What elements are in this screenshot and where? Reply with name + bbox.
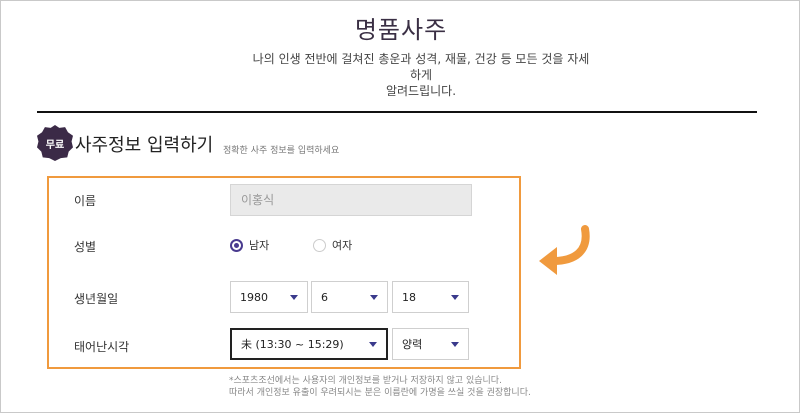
gender-label: 성별 bbox=[74, 240, 97, 254]
section-title: 사주정보 입력하기 bbox=[75, 135, 214, 156]
chevron-down-icon bbox=[370, 294, 378, 300]
page-subtitle: 나의 인생 전반에 걸쳐진 총운과 성격, 재물, 건강 등 모든 것을 자세하… bbox=[252, 52, 590, 98]
calendar-type-select[interactable]: 양력 bbox=[392, 328, 469, 360]
page-title: 명품사주 bbox=[354, 16, 448, 44]
section-hint: 정확한 사주 정보를 입력하세요 bbox=[223, 146, 340, 156]
radio-unselected-icon bbox=[313, 238, 326, 252]
birth-year-select[interactable]: 1980 bbox=[230, 281, 308, 313]
gender-male-radio[interactable]: 남자 bbox=[230, 237, 269, 253]
birthdate-label: 생년월일 bbox=[74, 292, 119, 306]
chevron-down-icon bbox=[290, 294, 298, 300]
birth-year-value: 1980 bbox=[240, 290, 268, 304]
calendar-type-value: 양력 bbox=[402, 338, 423, 351]
name-input[interactable] bbox=[230, 184, 472, 216]
birth-time-value: 未 (13:30 ~ 15:29) bbox=[241, 338, 344, 351]
birth-day-value: 18 bbox=[402, 290, 416, 304]
birth-time-select[interactable]: 未 (13:30 ~ 15:29) bbox=[230, 328, 388, 360]
birth-month-value: 6 bbox=[321, 290, 328, 304]
name-label: 이름 bbox=[74, 194, 97, 208]
privacy-notice: *스포츠조선에서는 사용자의 개인정보를 받거나 저장하지 않고 있습니다. 따… bbox=[229, 376, 531, 398]
free-badge: 무료 bbox=[37, 125, 73, 161]
birth-day-select[interactable]: 18 bbox=[392, 281, 469, 313]
radio-selected-icon bbox=[230, 238, 243, 252]
birth-month-select[interactable]: 6 bbox=[311, 281, 388, 313]
gender-male-label: 남자 bbox=[249, 239, 270, 252]
gender-female-radio[interactable]: 여자 bbox=[313, 237, 352, 253]
header-divider bbox=[37, 111, 757, 113]
chevron-down-icon bbox=[451, 341, 459, 347]
chevron-down-icon bbox=[369, 341, 377, 347]
birthtime-label: 태어난시각 bbox=[74, 340, 130, 354]
chevron-down-icon bbox=[451, 294, 459, 300]
gender-female-label: 여자 bbox=[332, 239, 353, 252]
curved-arrow-icon bbox=[539, 225, 590, 275]
